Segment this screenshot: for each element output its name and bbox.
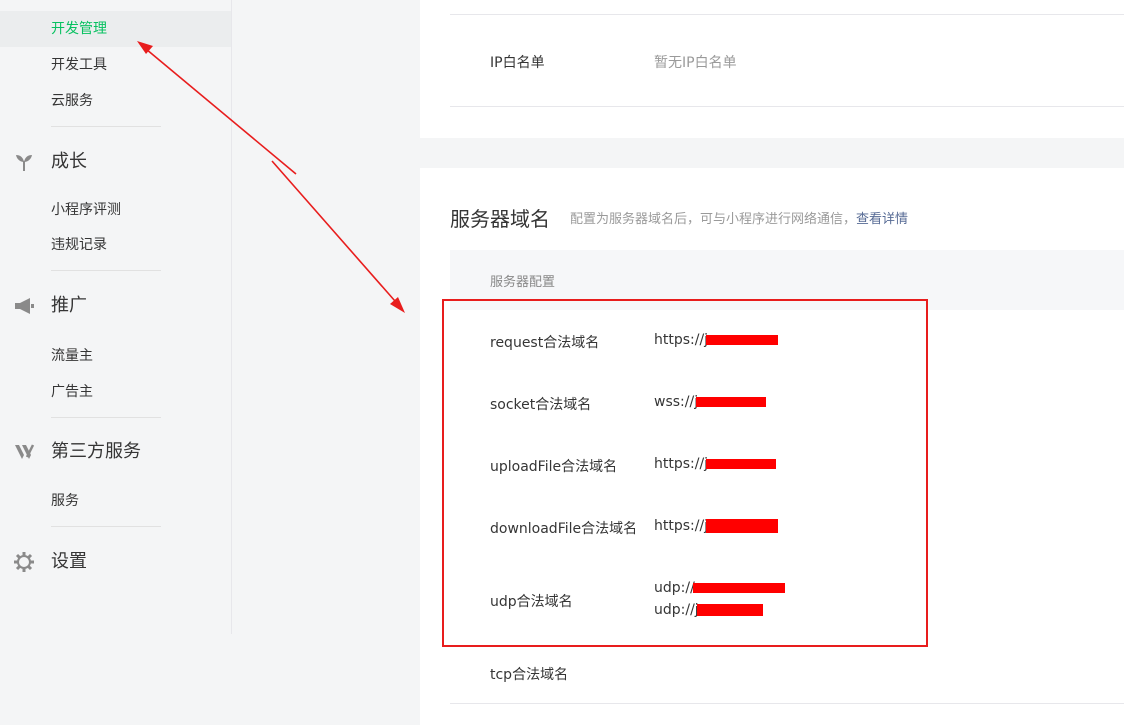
annotation-arrow-line [271,160,403,310]
annotation-arrowhead [390,297,405,313]
annotation-arrows [137,41,405,313]
annotation-arrow-line [139,43,297,175]
